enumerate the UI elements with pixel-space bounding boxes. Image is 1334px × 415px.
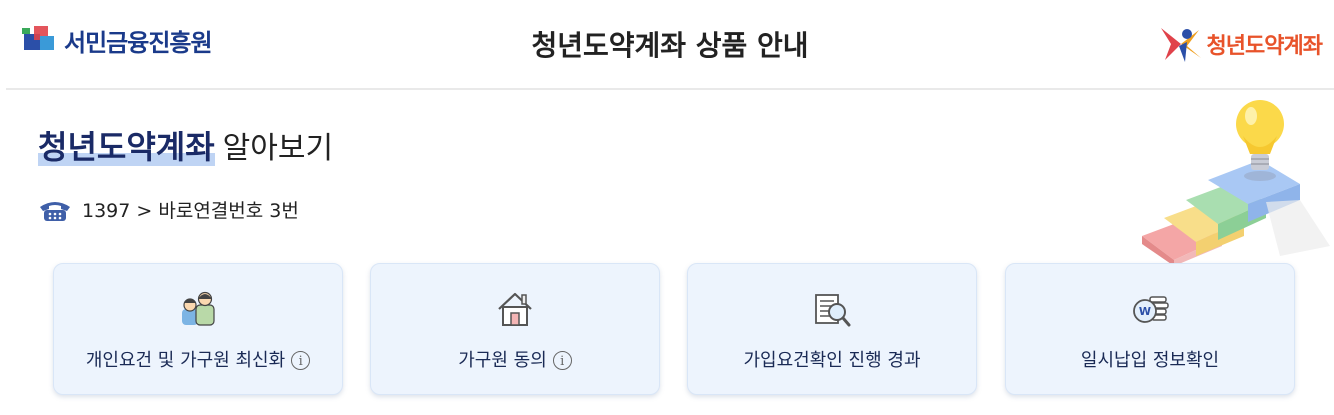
info-icon[interactable]: i bbox=[291, 351, 311, 370]
product-logo[interactable]: 청년도약계좌 bbox=[1157, 22, 1323, 66]
telephone-icon bbox=[40, 201, 70, 221]
info-icon[interactable]: i bbox=[552, 351, 572, 370]
page-title-highlight: 청년도약계좌 bbox=[38, 122, 215, 168]
product-logo-icon bbox=[1160, 28, 1201, 62]
page-header-title: 청년도약계좌 상품 안내 bbox=[531, 29, 809, 62]
card-label: 개인요건 및 가구원 최신화 i bbox=[54, 346, 342, 372]
house-icon bbox=[498, 292, 532, 326]
won-coins-icon: W bbox=[1133, 296, 1169, 323]
card-label-text: 가구원 동의 bbox=[458, 350, 547, 371]
card-label-text: 개인요건 및 가구원 최신화 bbox=[85, 350, 286, 371]
document-search-icon bbox=[815, 294, 851, 327]
phone-info: 1397 > 바로연결번호 3번 bbox=[38, 196, 299, 223]
card-label: 일시납입 정보확인 bbox=[1080, 350, 1220, 371]
phone-text: 1397 > 바로연결번호 3번 bbox=[82, 200, 299, 222]
svg-text:W: W bbox=[1139, 305, 1151, 318]
header: 서민금융진흥원 청년도약계좌 상품 안내 청년도약계좌 bbox=[6, 0, 1334, 90]
card-household-consent[interactable]: 가구원 동의 i bbox=[370, 263, 660, 395]
card-lump-sum-info[interactable]: W 일시납입 정보확인 bbox=[1005, 263, 1295, 395]
family-icon bbox=[182, 291, 215, 326]
product-logo-text: 청년도약계좌 bbox=[1206, 34, 1323, 59]
card-eligibility-progress[interactable]: 가입요건확인 진행 경과 bbox=[687, 263, 977, 395]
card-personal-update[interactable]: 개인요건 및 가구원 최신화 i bbox=[53, 263, 343, 395]
card-label: 가입요건확인 진행 경과 bbox=[743, 350, 921, 371]
lightbulb-stairs-illustration bbox=[1142, 100, 1330, 266]
card-label: 가구원 동의 i bbox=[371, 346, 659, 372]
page-title: 청년도약계좌 알아보기 bbox=[38, 122, 333, 168]
page-title-rest: 알아보기 bbox=[222, 131, 334, 166]
